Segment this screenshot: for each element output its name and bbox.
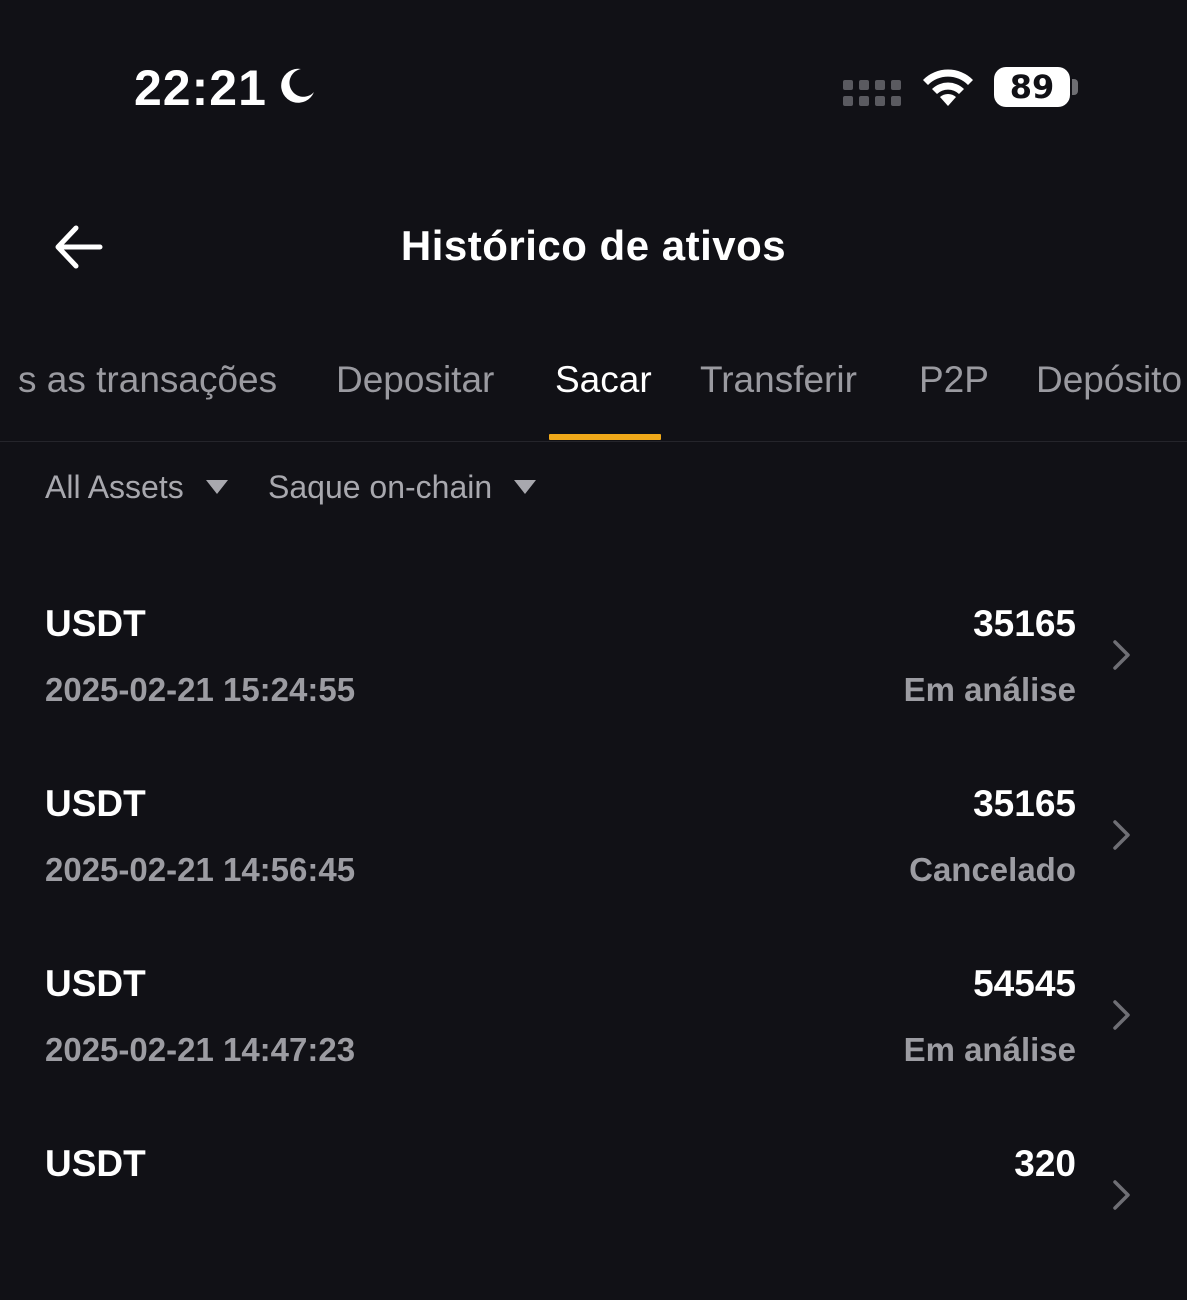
caret-down-icon (205, 479, 228, 494)
transaction-asset: USDT (45, 963, 146, 1004)
transaction-row[interactable]: USDT 2025-02-21 14:47:23 54545 Em anális… (0, 940, 1187, 1120)
tab-all-transactions[interactable]: s as transações (18, 356, 277, 404)
tab-p2p[interactable]: P2P (919, 356, 989, 404)
transaction-asset: USDT (45, 783, 146, 824)
tab-depositar[interactable]: Depositar (336, 356, 494, 404)
signal-icon (843, 80, 901, 106)
asset-filter-dropdown[interactable]: All Assets (45, 464, 228, 510)
transaction-row[interactable]: USDT 320 (0, 1120, 1187, 1300)
transaction-amount: 35165 (973, 603, 1076, 644)
chevron-right-icon (1113, 640, 1130, 670)
status-time: 22:21 (134, 60, 267, 116)
transaction-amount: 54545 (973, 963, 1076, 1004)
chevron-right-icon (1113, 1000, 1130, 1030)
transaction-datetime: 2025-02-21 14:56:45 (45, 851, 356, 888)
transaction-status: Em análise (903, 1031, 1076, 1068)
type-filter-dropdown[interactable]: Saque on-chain (268, 464, 537, 510)
back-arrow-icon[interactable] (50, 222, 106, 272)
transaction-amount: 320 (1014, 1143, 1076, 1184)
battery-icon: 89 (994, 67, 1070, 107)
transaction-amount: 35165 (973, 783, 1076, 824)
tab-sacar[interactable]: Sacar (555, 356, 652, 404)
transaction-status: Cancelado (909, 851, 1076, 888)
type-filter-label: Saque on-chain (268, 469, 493, 505)
transaction-list: USDT 2025-02-21 15:24:55 35165 Em anális… (0, 580, 1187, 1300)
transaction-status: Em análise (903, 671, 1076, 708)
status-bar: 22:21 89 (0, 0, 1187, 175)
tab-transferir[interactable]: Transferir (700, 356, 857, 404)
transaction-row[interactable]: USDT 2025-02-21 14:56:45 35165 Cancelado (0, 760, 1187, 940)
transaction-datetime: 2025-02-21 15:24:55 (45, 671, 356, 708)
wifi-icon (923, 69, 973, 106)
tab-deposito[interactable]: Depósito (1036, 356, 1182, 404)
moon-icon (281, 68, 314, 103)
transaction-asset: USDT (45, 603, 146, 644)
transaction-datetime: 2025-02-21 14:47:23 (45, 1031, 356, 1068)
asset-filter-label: All Assets (45, 469, 184, 505)
chevron-right-icon (1113, 820, 1130, 850)
chevron-right-icon (1113, 1180, 1130, 1210)
page-title: Histórico de ativos (400, 222, 787, 269)
transaction-asset: USDT (45, 1143, 146, 1184)
battery-cap (1072, 79, 1078, 95)
battery-level: 89 (1009, 68, 1055, 106)
tab-bar: s as transações Depositar Sacar Transfer… (0, 350, 1187, 442)
transaction-row[interactable]: USDT 2025-02-21 15:24:55 35165 Em anális… (0, 580, 1187, 760)
caret-down-icon (514, 479, 537, 494)
active-tab-indicator (549, 434, 661, 440)
